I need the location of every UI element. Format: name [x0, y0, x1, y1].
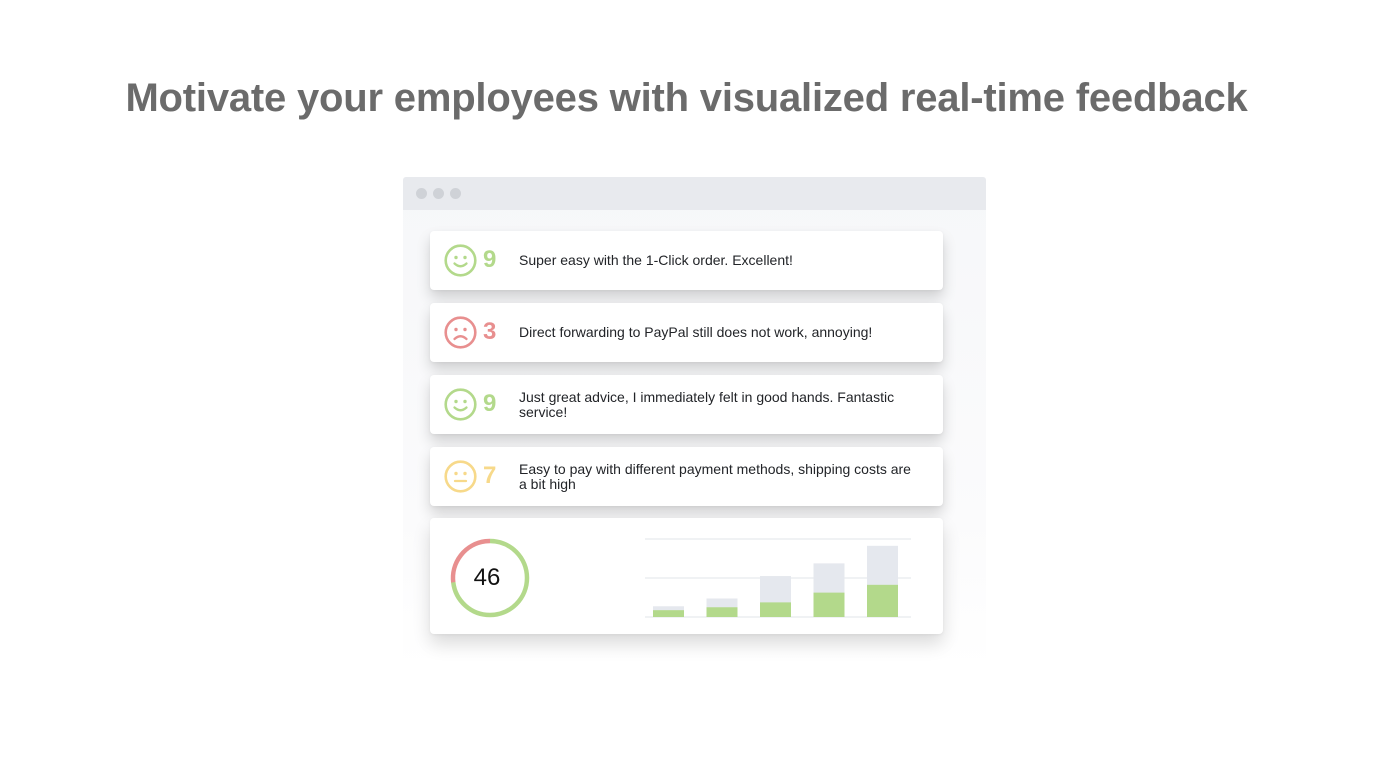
window-dot-minimize[interactable]: [433, 188, 444, 199]
feedback-score: 9: [483, 246, 497, 273]
window-dot-maximize[interactable]: [450, 188, 461, 199]
feedback-text: Just great advice, I immediately felt in…: [519, 388, 895, 420]
feedback-card[interactable]: 9 Just great advice, I immediately felt …: [430, 375, 943, 434]
feedback-card[interactable]: 3 Direct forwarding to PayPal still does…: [430, 303, 943, 362]
bar-positive: [706, 607, 738, 617]
summary-score: 46: [473, 564, 501, 591]
trend-bar-chart: [645, 538, 911, 618]
neutral-face-icon: [444, 460, 477, 493]
feedback-score: 3: [483, 318, 497, 345]
feedback-text: Easy to pay with different payment metho…: [519, 460, 911, 492]
window-dot-close[interactable]: [416, 188, 427, 199]
bar-positive: [813, 592, 845, 617]
page-headline: Motivate your employees with visualized …: [125, 76, 1248, 120]
feedback-card[interactable]: 7 Easy to pay with different payment met…: [430, 447, 943, 506]
feedback-score: 7: [483, 462, 497, 489]
frown-icon: [444, 316, 477, 349]
feedback-score: 9: [483, 390, 497, 417]
window-titlebar: [403, 177, 986, 210]
browser-window: 9 Super easy with the 1-Click order. Exc…: [403, 177, 986, 669]
summary-card: 46: [430, 518, 943, 634]
feedback-text: Super easy with the 1-Click order. Excel…: [519, 252, 793, 268]
bar-positive: [867, 584, 898, 617]
smile-icon: [444, 388, 477, 421]
feedback-card[interactable]: 9 Super easy with the 1-Click order. Exc…: [430, 231, 943, 290]
feedback-text: Direct forwarding to PayPal still does n…: [519, 324, 873, 340]
bar-positive: [653, 610, 684, 617]
bar-positive: [760, 602, 791, 617]
smile-icon: [444, 244, 477, 277]
